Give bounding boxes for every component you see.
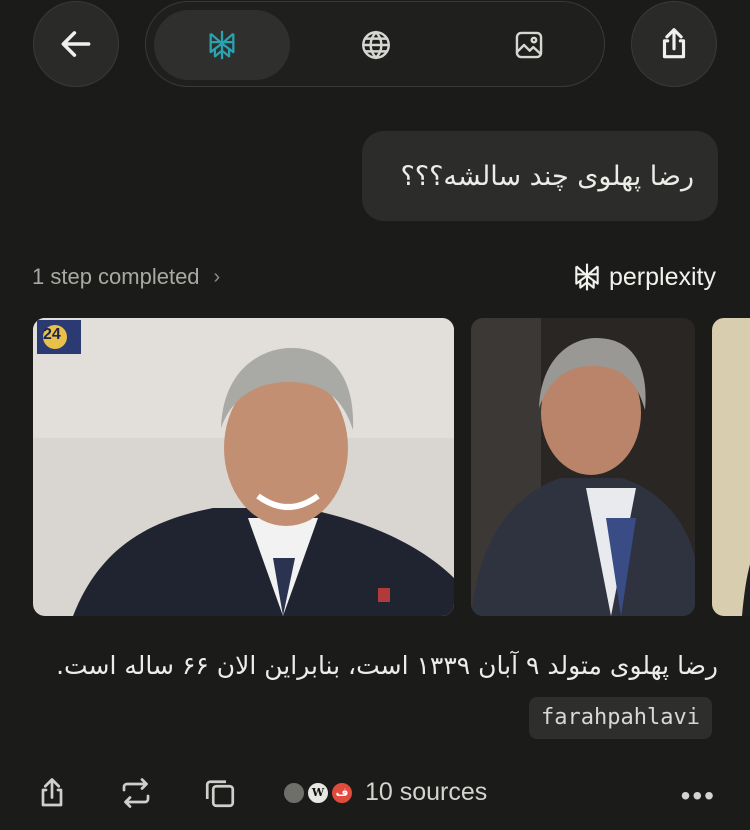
share-answer-button[interactable]	[34, 775, 70, 811]
image-icon	[515, 31, 543, 59]
rewrite-button[interactable]	[118, 775, 154, 811]
result-image-3[interactable]	[712, 318, 750, 616]
copy-icon	[205, 780, 235, 808]
tab-web[interactable]	[311, 10, 441, 80]
globe-icon	[362, 30, 390, 60]
answer-text: رضا پهلوی متولد ۹ آبان ۱۳۳۹ است، بنابرای…	[28, 641, 718, 741]
user-query-bubble: رضا پهلوی چند سالشه؟؟؟	[362, 131, 718, 221]
mode-switcher	[145, 1, 605, 87]
badge-text: 24	[43, 326, 61, 343]
arrow-left-icon	[61, 31, 91, 57]
copy-button[interactable]	[202, 775, 238, 811]
tab-images[interactable]	[464, 10, 594, 80]
portrait-photo	[33, 318, 454, 616]
back-button[interactable]	[33, 1, 119, 87]
steps-label: 1 step completed	[32, 264, 200, 289]
portrait-photo	[471, 318, 695, 616]
more-options-icon[interactable]: •••	[681, 780, 716, 812]
sources-button[interactable]: W ف 10 sources	[283, 778, 487, 807]
chevron-right-icon: ›	[213, 265, 221, 288]
answer-body: رضا پهلوی متولد ۹ آبان ۱۳۳۹ است، بنابرای…	[56, 651, 718, 680]
partial-photo	[712, 318, 750, 616]
share-button[interactable]	[631, 1, 717, 87]
source-favicon: ف	[331, 781, 353, 804]
repeat-icon	[122, 778, 150, 808]
perplexity-logo-icon	[209, 30, 235, 60]
brand-name: perplexity	[609, 262, 716, 291]
share-icon	[41, 778, 63, 807]
answer-actions: W ف 10 sources •••	[0, 770, 750, 820]
source-favicon	[283, 781, 305, 804]
sources-label: 10 sources	[365, 778, 488, 806]
perplexity-brand: perplexity	[571, 260, 716, 294]
user-query-text: رضا پهلوی چند سالشه؟؟؟	[400, 160, 694, 192]
citation-chip[interactable]: farahpahlavi	[529, 697, 712, 739]
perplexity-logo-icon	[575, 263, 599, 291]
result-image-1[interactable]: 24	[33, 318, 454, 616]
share-icon	[662, 28, 686, 59]
wikipedia-favicon: W	[307, 781, 329, 804]
result-image-2[interactable]	[471, 318, 695, 616]
tab-search[interactable]	[154, 10, 290, 80]
source-badge: 24	[37, 320, 81, 354]
steps-toggle[interactable]: 1 step completed ›	[32, 264, 220, 290]
